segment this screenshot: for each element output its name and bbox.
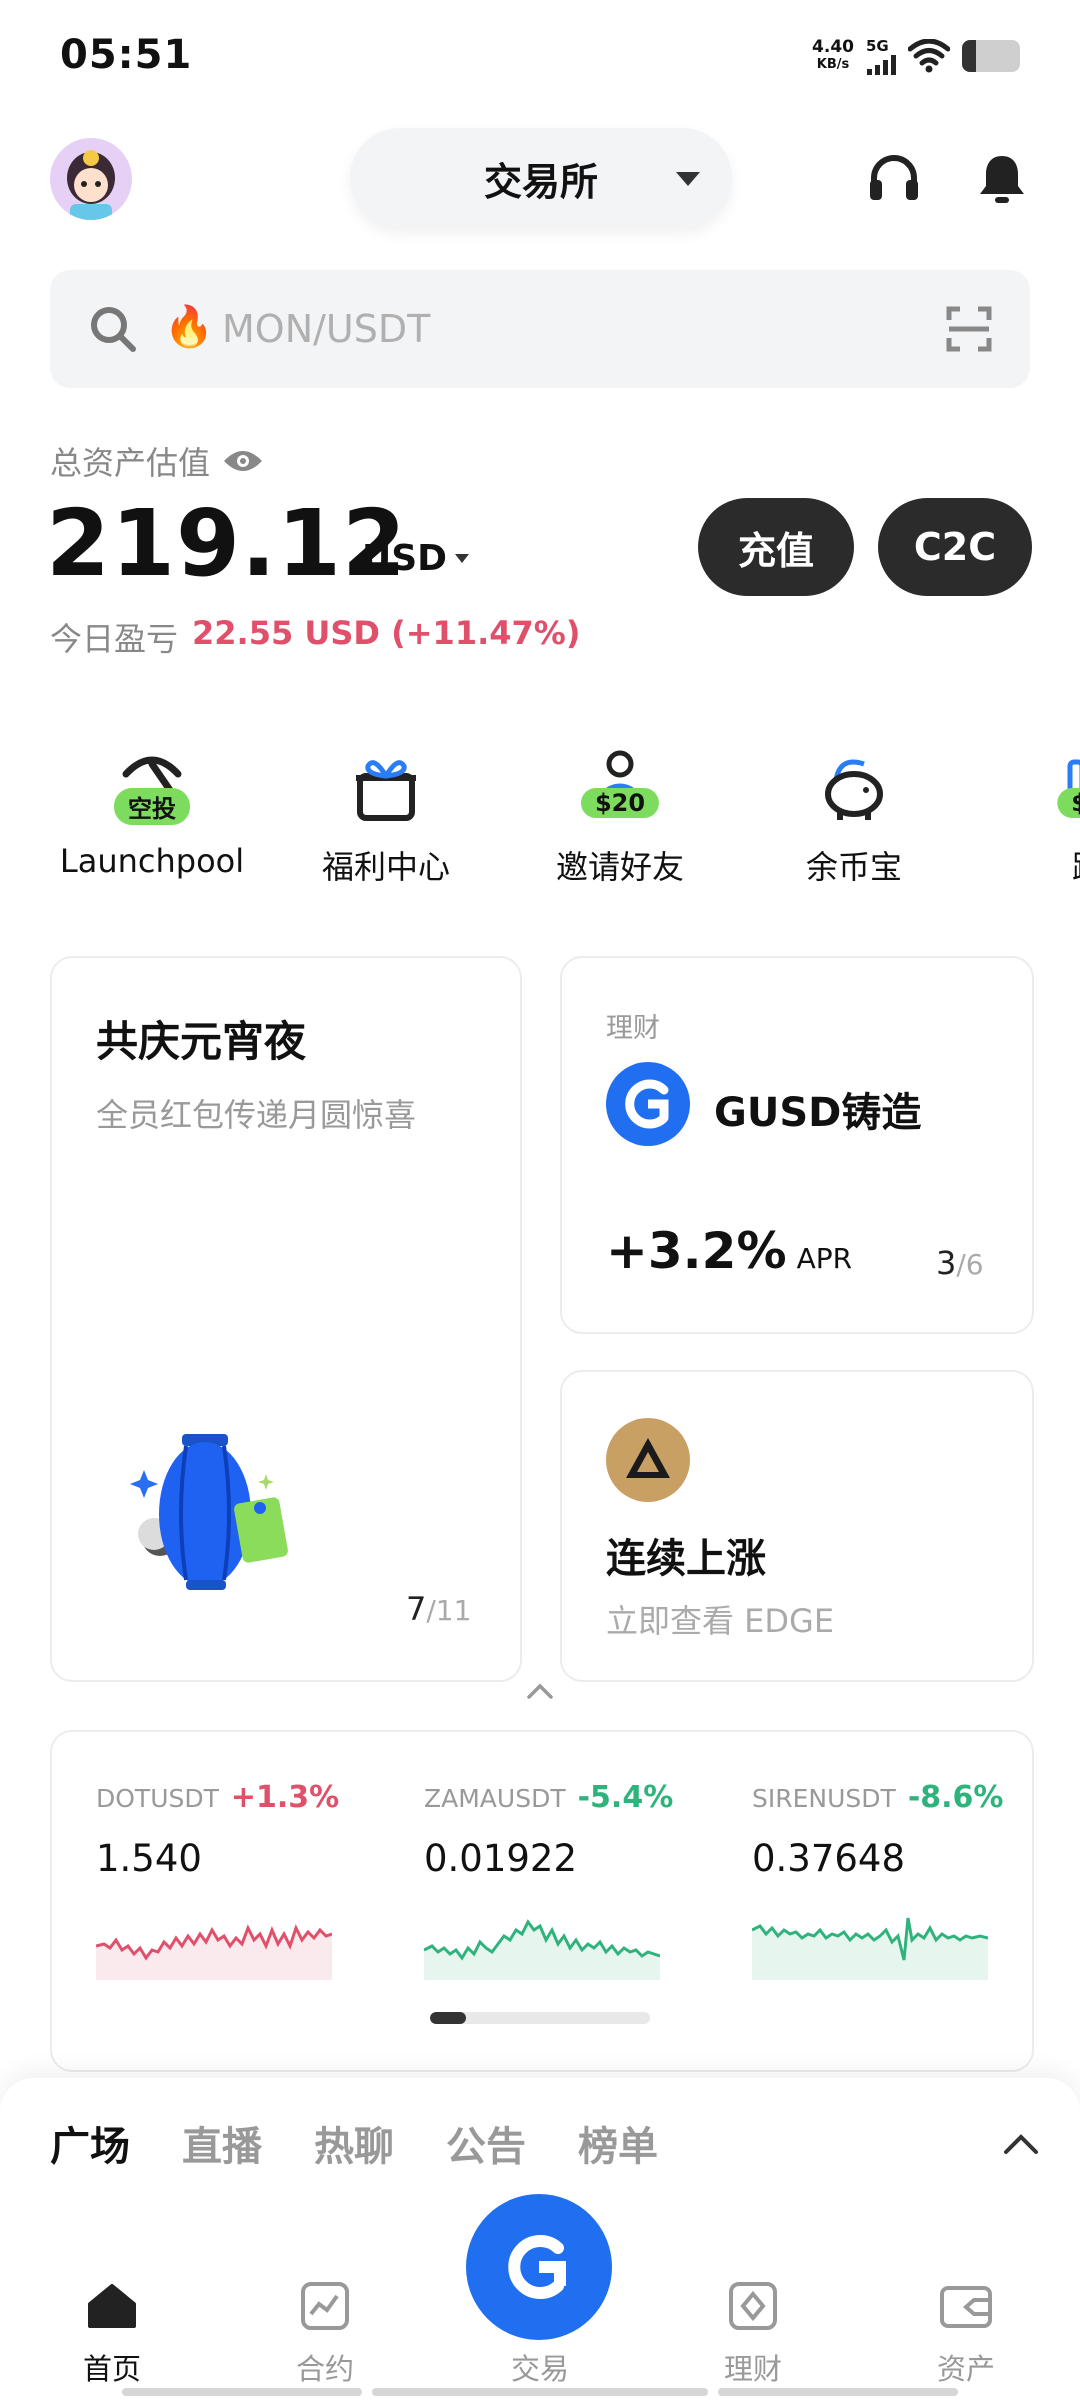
sparkline xyxy=(423,1919,661,1980)
quick-action-copy-trade[interactable]: $5 跟 xyxy=(978,744,1080,886)
hot-fire-icon: 🔥 xyxy=(164,304,214,350)
today-pnl-value: 22.55 USD (+11.47%) xyxy=(192,614,581,652)
earn-icon xyxy=(729,2282,777,2330)
nav-earn[interactable]: 理财 xyxy=(678,2270,828,2390)
feed-tab-live[interactable]: 直播 xyxy=(182,2114,262,2172)
finance-tag: 理财 xyxy=(606,1013,660,1044)
nav-trade[interactable]: 交易 xyxy=(465,2270,615,2390)
signal-icon: 5G xyxy=(866,37,896,75)
sparkline xyxy=(95,1924,333,1980)
dropdown-caret-icon xyxy=(676,172,700,186)
edge-title: 连续上涨 xyxy=(606,1536,766,1582)
search-icon xyxy=(91,307,136,352)
finance-pager: 3/6 xyxy=(936,1244,984,1282)
feed-tab-square[interactable]: 广场 xyxy=(50,2114,130,2172)
chevron-down-icon xyxy=(455,554,470,563)
status-icons: 4.40 KB/s 5G xyxy=(812,34,1020,78)
search-placeholder: MON/USDT xyxy=(222,307,431,351)
status-time: 05:51 xyxy=(60,32,193,78)
finance-apr: +3.2% APR xyxy=(606,1222,853,1280)
tickers-pager xyxy=(430,2012,650,2024)
gesture-bar xyxy=(718,2388,958,2396)
collapse-chevron-up-icon[interactable] xyxy=(526,1682,554,1700)
promo-subtitle: 全员红包传递月圆惊喜 xyxy=(96,1096,417,1134)
deposit-button[interactable]: 充值 xyxy=(698,498,854,596)
finance-product-name: GUSD铸造 xyxy=(714,1090,922,1136)
gift-icon xyxy=(356,760,416,821)
airdrop-badge: 空投 xyxy=(114,788,190,825)
search-bar[interactable]: 🔥 MON/USDT xyxy=(50,270,1030,388)
notification-bell-icon[interactable] xyxy=(974,150,1030,206)
quick-action-launchpool[interactable]: 空投 Launchpool xyxy=(42,744,262,884)
nav-home[interactable]: 首页 xyxy=(37,2270,187,2390)
feed-tab-announcements[interactable]: 公告 xyxy=(446,2114,526,2172)
exchange-switcher[interactable]: 交易所 xyxy=(350,128,732,228)
wifi-icon xyxy=(908,39,950,73)
gesture-bar xyxy=(122,2388,362,2396)
lantern-illustration xyxy=(130,1434,288,1590)
nav-futures[interactable]: 合约 xyxy=(250,2270,400,2390)
feed-tab-rankings[interactable]: 榜单 xyxy=(578,2114,658,2172)
invite-reward-badge: $20 xyxy=(580,788,660,818)
piggy-bank-icon xyxy=(825,759,883,820)
eye-icon[interactable] xyxy=(222,447,264,475)
today-pnl: 今日盈亏 22.55 USD (+11.47%) xyxy=(50,614,581,658)
total-assets-label: 总资产估值 xyxy=(50,438,264,484)
currency-selector[interactable]: USD xyxy=(362,538,470,579)
avatar[interactable] xyxy=(50,138,132,220)
quick-action-invite-friends[interactable]: $20 邀请好友 xyxy=(510,744,730,886)
expand-chevron-up-icon[interactable] xyxy=(1002,2132,1040,2156)
support-headset-icon[interactable] xyxy=(866,150,922,206)
gusd-logo-icon xyxy=(606,1062,690,1146)
sparkline xyxy=(751,1917,989,1980)
home-icon xyxy=(88,2284,136,2328)
feed-tab-hot-chat[interactable]: 热聊 xyxy=(314,2114,394,2172)
total-assets-value: 219.12 xyxy=(46,490,408,597)
nav-assets[interactable]: 资产 xyxy=(891,2270,1041,2390)
ticker-item[interactable]: SIRENUSDT -8.6% 0.37648 xyxy=(751,1780,1052,1984)
network-speed: 4.40 KB/s xyxy=(812,37,854,72)
edge-subtitle: 立即查看 EDGE xyxy=(606,1602,835,1640)
scan-icon[interactable] xyxy=(946,306,992,352)
exchange-label: 交易所 xyxy=(483,159,598,204)
ticker-item[interactable]: DOTUSDT +1.3% 1.540 xyxy=(95,1780,396,1984)
promo-title: 共庆元宵夜 xyxy=(96,1017,307,1066)
c2c-button[interactable]: C2C xyxy=(878,498,1032,596)
copy-trade-badge: $5 xyxy=(1057,788,1080,818)
gesture-bar xyxy=(372,2388,708,2396)
quick-action-savings[interactable]: 余币宝 xyxy=(744,744,964,886)
battery-icon xyxy=(962,40,1020,72)
quick-action-rewards-center[interactable]: 福利中心 xyxy=(276,744,496,886)
wallet-icon xyxy=(940,2286,992,2328)
ticker-item[interactable]: ZAMAUSDT -5.4% 0.01922 xyxy=(423,1780,724,1984)
promo-pager: 7/11 xyxy=(406,1590,472,1628)
edge-logo-icon xyxy=(606,1418,690,1502)
futures-chart-icon xyxy=(301,2282,349,2330)
